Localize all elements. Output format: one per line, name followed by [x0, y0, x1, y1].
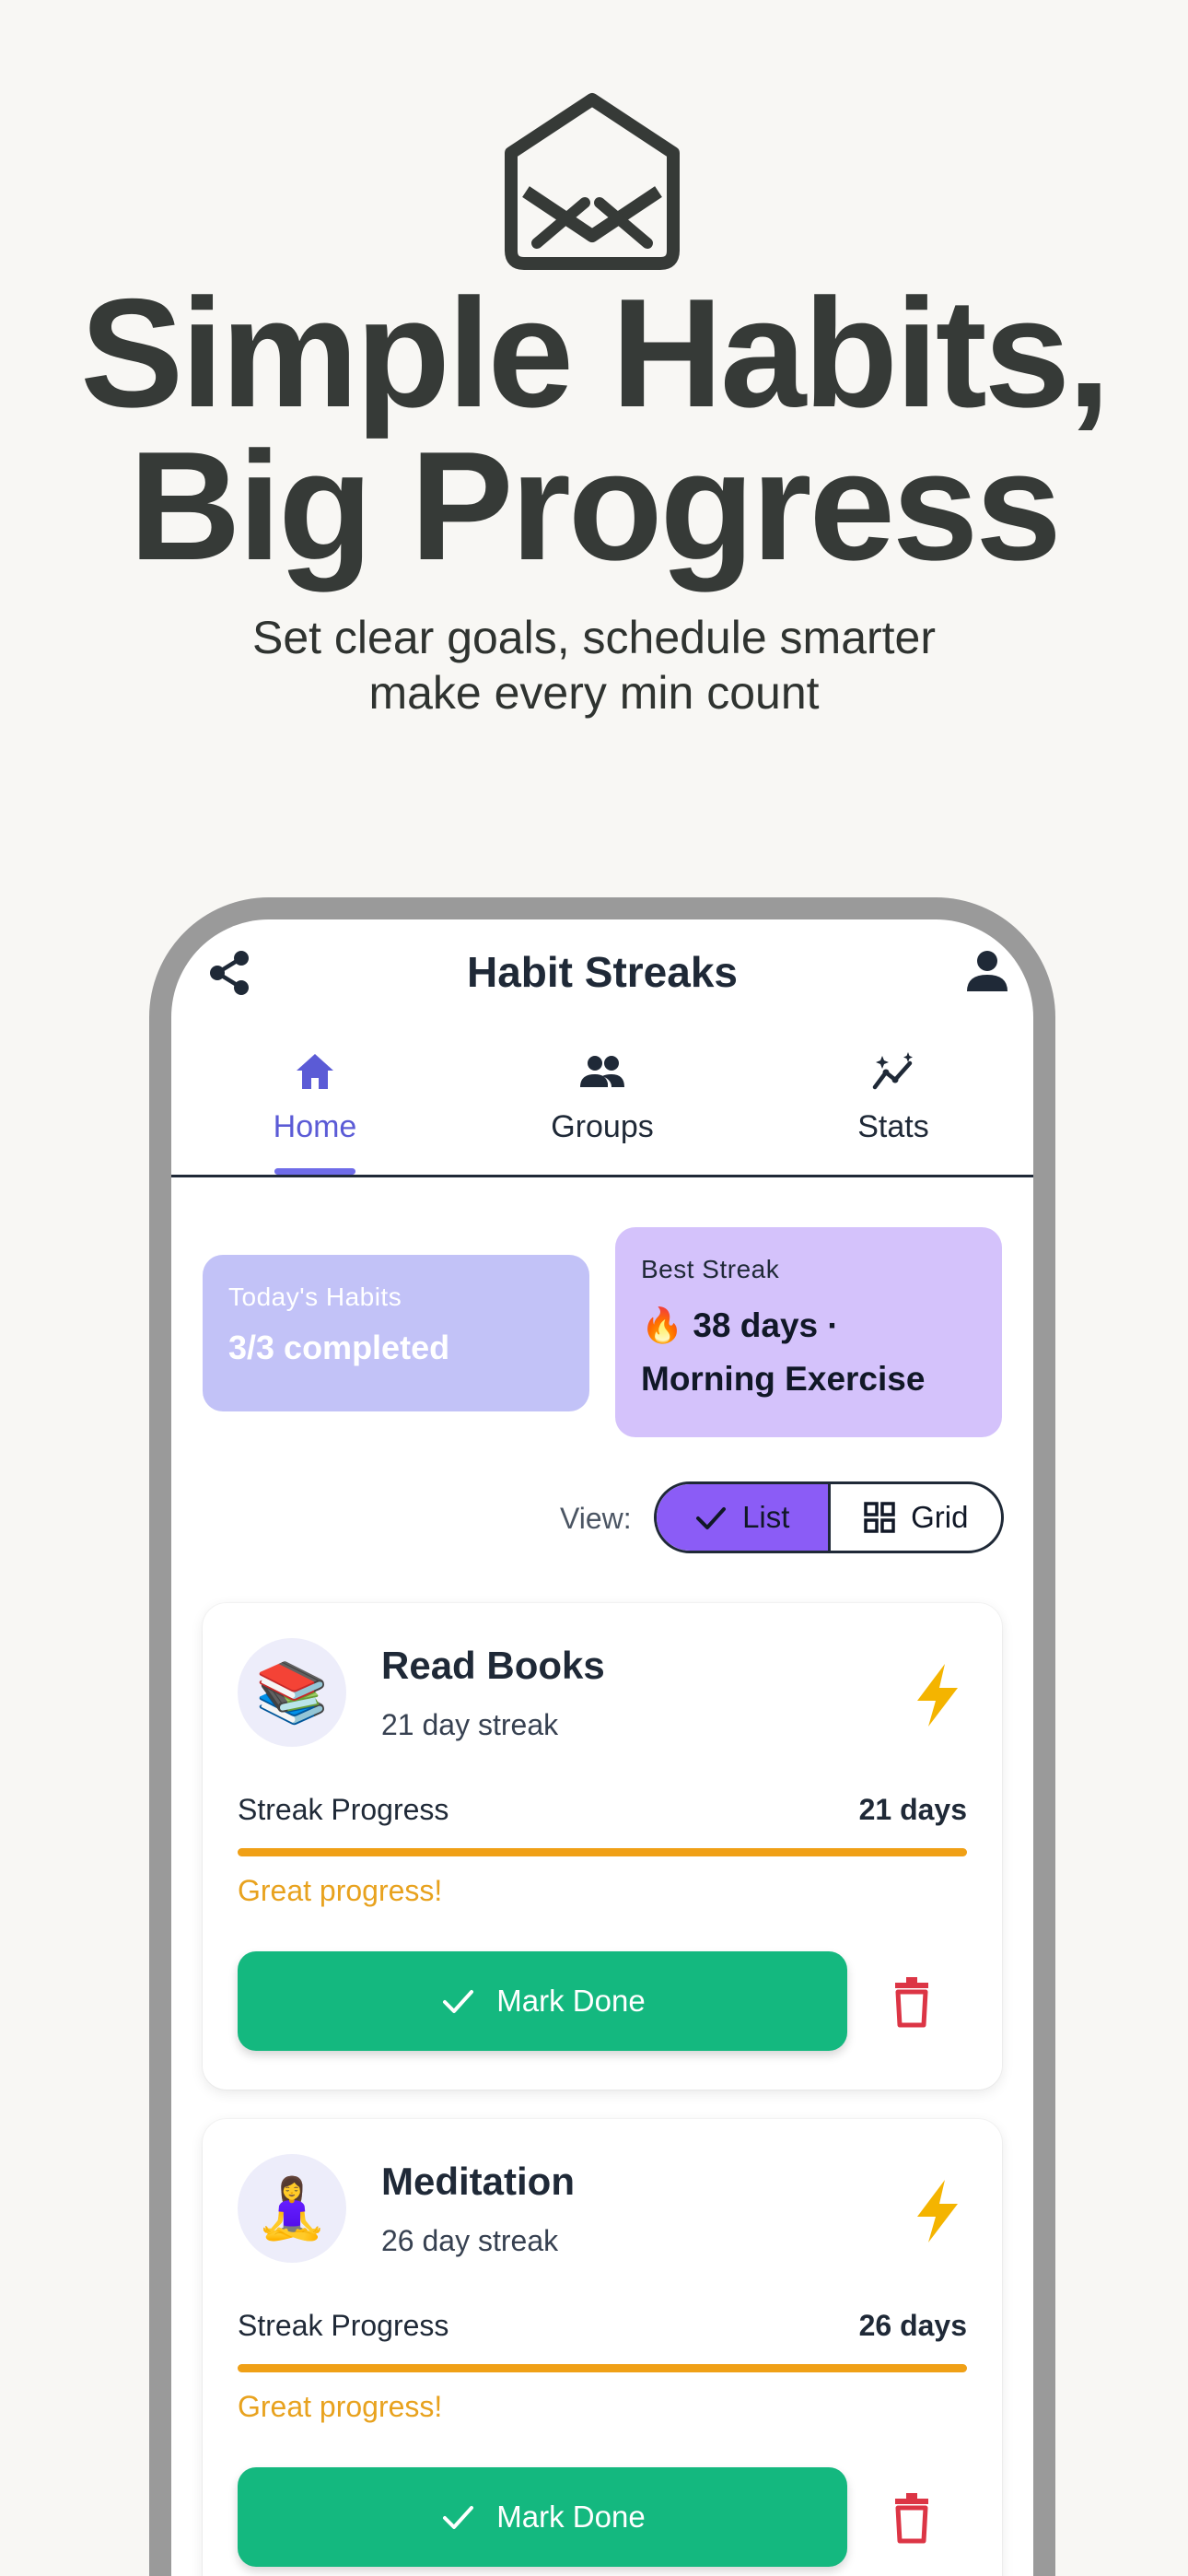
- best-streak-label: Best Streak: [641, 1255, 780, 1283]
- view-switcher: View: List Grid: [171, 1481, 1033, 1555]
- habit-emoji: 📚: [238, 1638, 346, 1747]
- lightning-icon: [917, 1664, 958, 1727]
- hero-title-line2: Big Progress: [129, 419, 1062, 592]
- habit-streak: 26 day streak: [381, 2224, 559, 2257]
- trash-icon[interactable]: [882, 1972, 941, 2031]
- hero-title: Simple Habits, Big Progress: [0, 266, 1188, 592]
- person-icon[interactable]: [963, 947, 1011, 995]
- view-grid-button[interactable]: Grid: [831, 1484, 1002, 1551]
- mark-done-button[interactable]: Mark Done: [238, 2467, 847, 2567]
- habit-card: 🧘‍♀️ Meditation 26 day streak Streak Pro…: [203, 2119, 1002, 2576]
- app-screen: Habit Streaks Home Groups Stats Today's …: [171, 919, 1033, 2576]
- best-streak-habit: Morning Exercise: [641, 1360, 926, 1398]
- todays-habits-value: 3/3 completed: [228, 1329, 450, 1366]
- hero-subtitle-line2: make every min count: [368, 667, 820, 719]
- hero-subtitle-line1: Set clear goals, schedule smarter: [251, 612, 937, 663]
- progress-note: Great progress!: [238, 1874, 443, 1907]
- progress-label: Streak Progress: [238, 2309, 449, 2342]
- progress-label: Streak Progress: [238, 1793, 449, 1826]
- best-streak-card: Best Streak 🔥 38 days · Morning Exercise: [615, 1227, 1002, 1437]
- progress-bar: [238, 1848, 967, 1856]
- tab-home-label: Home: [273, 1109, 357, 1144]
- progress-note: Great progress!: [238, 2390, 443, 2423]
- progress-bar: [238, 2364, 967, 2372]
- view-toggle: List Grid: [654, 1481, 1004, 1553]
- view-list-label: List: [742, 1500, 790, 1534]
- mail-open-icon: [505, 93, 680, 270]
- best-streak-value: 🔥 38 days · Morning Exercise: [641, 1299, 976, 1406]
- view-grid-label: Grid: [911, 1500, 969, 1534]
- mark-done-label: Mark Done: [496, 1984, 646, 2018]
- habit-streak: 21 day streak: [381, 1708, 559, 1741]
- app-top-bar: Habit Streaks: [171, 919, 1033, 1002]
- hero-title-line1: Simple Habits,: [80, 266, 1111, 439]
- tab-stats-label: Stats: [857, 1109, 929, 1144]
- tab-bar: Home Groups Stats: [171, 1030, 1033, 1177]
- mark-done-button[interactable]: Mark Done: [238, 1951, 847, 2051]
- habit-name: Meditation: [381, 2160, 575, 2203]
- lightning-icon: [917, 2180, 958, 2242]
- habit-card: 📚 Read Books 21 day streak Streak Progre…: [203, 1603, 1002, 2090]
- check-icon: [443, 2506, 474, 2529]
- tab-groups-label: Groups: [551, 1109, 654, 1144]
- home-icon: [297, 1054, 333, 1089]
- tab-home[interactable]: Home: [223, 1030, 407, 1174]
- active-tab-indicator: [274, 1168, 355, 1175]
- habit-name: Read Books: [381, 1644, 605, 1687]
- progress-bar-fill: [238, 2364, 967, 2372]
- best-streak-days: 🔥 38 days ·: [641, 1306, 839, 1344]
- app-title: Habit Streaks: [466, 948, 738, 996]
- check-icon: [696, 1507, 727, 1529]
- progress-value: 21 days: [858, 1793, 967, 1826]
- progress-value: 26 days: [858, 2309, 967, 2342]
- grid-icon: [864, 1502, 895, 1533]
- habit-emoji: 🧘‍♀️: [238, 2154, 346, 2263]
- groups-icon: [580, 1056, 624, 1087]
- trash-icon[interactable]: [882, 2488, 941, 2547]
- view-label: View:: [560, 1502, 632, 1535]
- mark-done-label: Mark Done: [496, 2500, 646, 2534]
- todays-habits-card: Today's Habits 3/3 completed: [203, 1255, 589, 1411]
- todays-habits-label: Today's Habits: [228, 1282, 402, 1311]
- tab-groups[interactable]: Groups: [510, 1030, 694, 1174]
- check-icon: [443, 1990, 474, 2013]
- stats-icon: [872, 1052, 913, 1090]
- tab-stats[interactable]: Stats: [801, 1030, 985, 1174]
- view-list-button[interactable]: List: [657, 1484, 831, 1551]
- hero-subtitle: Set clear goals, schedule smarter make e…: [0, 610, 1188, 720]
- phone-frame: Habit Streaks Home Groups Stats Today's …: [149, 897, 1055, 2576]
- progress-bar-fill: [238, 1848, 967, 1856]
